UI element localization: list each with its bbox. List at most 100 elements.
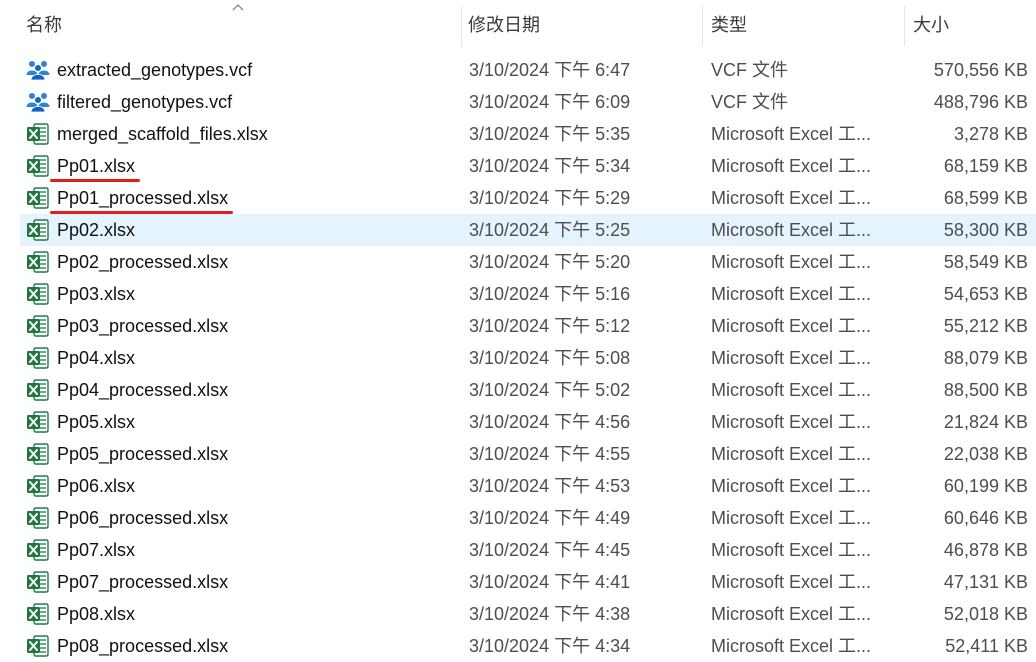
file-row[interactable]: merged_scaffold_files.xlsx 3/10/2024 下午 … <box>0 118 1036 150</box>
column-divider[interactable] <box>702 6 703 46</box>
file-name[interactable]: Pp07_processed.xlsx <box>57 566 228 598</box>
file-type: VCF 文件 <box>711 60 789 80</box>
vcf-file-icon <box>26 59 50 81</box>
excel-file-icon <box>26 219 50 241</box>
file-type: Microsoft Excel 工... <box>711 540 872 560</box>
file-name[interactable]: Pp02.xlsx <box>57 214 135 246</box>
excel-file-icon <box>26 603 50 625</box>
file-name[interactable]: Pp05.xlsx <box>57 406 135 438</box>
file-type: Microsoft Excel 工... <box>711 220 872 240</box>
excel-file-icon <box>26 379 50 401</box>
file-modified-date: 3/10/2024 下午 6:09 <box>469 92 631 112</box>
file-row[interactable]: Pp06_processed.xlsx 3/10/2024 下午 4:49 Mi… <box>0 502 1036 534</box>
column-divider[interactable] <box>461 6 462 46</box>
file-size: 54,653 KB <box>943 284 1028 304</box>
excel-file-icon <box>26 187 50 209</box>
file-size: 58,300 KB <box>943 220 1028 240</box>
file-type: Microsoft Excel 工... <box>711 508 872 528</box>
column-header-size[interactable]: 大小 <box>913 0 949 50</box>
column-divider[interactable] <box>904 6 905 46</box>
file-modified-date: 3/10/2024 下午 4:38 <box>469 604 631 624</box>
file-type: Microsoft Excel 工... <box>711 188 872 208</box>
file-name[interactable]: Pp06.xlsx <box>57 470 135 502</box>
file-type: Microsoft Excel 工... <box>711 476 872 496</box>
file-name[interactable]: Pp04_processed.xlsx <box>57 374 228 406</box>
file-type: VCF 文件 <box>711 92 789 112</box>
file-name[interactable]: Pp05_processed.xlsx <box>57 438 228 470</box>
file-name[interactable]: Pp01_processed.xlsx <box>57 182 228 214</box>
file-row[interactable]: Pp05.xlsx 3/10/2024 下午 4:56 Microsoft Ex… <box>0 406 1036 438</box>
file-name[interactable]: Pp01.xlsx <box>57 150 135 182</box>
file-type: Microsoft Excel 工... <box>711 124 872 144</box>
file-row[interactable]: Pp04.xlsx 3/10/2024 下午 5:08 Microsoft Ex… <box>0 342 1036 374</box>
file-row[interactable]: Pp05_processed.xlsx 3/10/2024 下午 4:55 Mi… <box>0 438 1036 470</box>
file-size: 570,556 KB <box>933 60 1028 80</box>
file-name[interactable]: Pp07.xlsx <box>57 534 135 566</box>
file-type: Microsoft Excel 工... <box>711 284 872 304</box>
file-type: Microsoft Excel 工... <box>711 412 872 432</box>
file-size: 52,411 KB <box>945 636 1028 656</box>
file-name[interactable]: Pp08.xlsx <box>57 598 135 630</box>
file-modified-date: 3/10/2024 下午 5:12 <box>469 316 631 336</box>
file-size: 58,549 KB <box>943 252 1028 272</box>
file-modified-date: 3/10/2024 下午 5:16 <box>469 284 631 304</box>
column-header-type[interactable]: 类型 <box>711 0 747 50</box>
file-name[interactable]: filtered_genotypes.vcf <box>57 86 232 118</box>
excel-file-icon <box>26 539 50 561</box>
file-type: Microsoft Excel 工... <box>711 444 872 464</box>
file-row[interactable]: Pp07.xlsx 3/10/2024 下午 4:45 Microsoft Ex… <box>0 534 1036 566</box>
column-header-date[interactable]: 修改日期 <box>468 0 540 50</box>
file-row[interactable]: Pp02.xlsx 3/10/2024 下午 5:25 Microsoft Ex… <box>0 214 1036 246</box>
file-name[interactable]: Pp04.xlsx <box>57 342 135 374</box>
file-name[interactable]: Pp03.xlsx <box>57 278 135 310</box>
file-row[interactable]: Pp01_processed.xlsx 3/10/2024 下午 5:29 Mi… <box>0 182 1036 214</box>
file-size: 88,500 KB <box>943 380 1028 400</box>
file-type: Microsoft Excel 工... <box>711 636 872 656</box>
excel-file-icon <box>26 507 50 529</box>
excel-file-icon <box>26 443 50 465</box>
file-row[interactable]: Pp01.xlsx 3/10/2024 下午 5:34 Microsoft Ex… <box>0 150 1036 182</box>
file-name[interactable]: extracted_genotypes.vcf <box>57 54 252 86</box>
file-name[interactable]: Pp02_processed.xlsx <box>57 246 228 278</box>
file-type: Microsoft Excel 工... <box>711 572 872 592</box>
column-header-bar: 名称 修改日期 类型 大小 <box>0 0 1036 50</box>
file-row[interactable]: Pp07_processed.xlsx 3/10/2024 下午 4:41 Mi… <box>0 566 1036 598</box>
file-row[interactable]: filtered_genotypes.vcf 3/10/2024 下午 6:09… <box>0 86 1036 118</box>
file-row[interactable]: Pp03_processed.xlsx 3/10/2024 下午 5:12 Mi… <box>0 310 1036 342</box>
excel-file-icon <box>26 347 50 369</box>
file-size: 68,599 KB <box>943 188 1028 208</box>
file-name[interactable]: Pp06_processed.xlsx <box>57 502 228 534</box>
file-size: 60,646 KB <box>943 508 1028 528</box>
file-name[interactable]: Pp03_processed.xlsx <box>57 310 228 342</box>
file-list: extracted_genotypes.vcf 3/10/2024 下午 6:4… <box>0 54 1036 662</box>
excel-file-icon <box>26 251 50 273</box>
file-row[interactable]: Pp02_processed.xlsx 3/10/2024 下午 5:20 Mi… <box>0 246 1036 278</box>
file-modified-date: 3/10/2024 下午 4:56 <box>469 412 631 432</box>
file-size: 88,079 KB <box>943 348 1028 368</box>
vcf-file-icon <box>26 91 50 113</box>
file-size: 68,159 KB <box>943 156 1028 176</box>
excel-file-icon <box>26 475 50 497</box>
file-modified-date: 3/10/2024 下午 4:55 <box>469 444 631 464</box>
file-row[interactable]: extracted_genotypes.vcf 3/10/2024 下午 6:4… <box>0 54 1036 86</box>
file-name[interactable]: Pp08_processed.xlsx <box>57 630 228 662</box>
file-row[interactable]: Pp03.xlsx 3/10/2024 下午 5:16 Microsoft Ex… <box>0 278 1036 310</box>
excel-file-icon <box>26 635 50 657</box>
file-modified-date: 3/10/2024 下午 4:49 <box>469 508 631 528</box>
file-row[interactable]: Pp06.xlsx 3/10/2024 下午 4:53 Microsoft Ex… <box>0 470 1036 502</box>
file-modified-date: 3/10/2024 下午 5:08 <box>469 348 631 368</box>
file-name[interactable]: merged_scaffold_files.xlsx <box>57 118 268 150</box>
sort-ascending-icon <box>232 4 244 11</box>
column-header-name[interactable]: 名称 <box>26 0 62 50</box>
excel-file-icon <box>26 571 50 593</box>
file-size: 60,199 KB <box>943 476 1028 496</box>
file-modified-date: 3/10/2024 下午 4:41 <box>469 572 631 592</box>
file-modified-date: 3/10/2024 下午 5:29 <box>469 188 631 208</box>
file-size: 21,824 KB <box>943 412 1028 432</box>
file-row[interactable]: Pp08_processed.xlsx 3/10/2024 下午 4:34 Mi… <box>0 630 1036 662</box>
file-type: Microsoft Excel 工... <box>711 604 872 624</box>
file-size: 3,278 KB <box>953 124 1028 144</box>
file-row[interactable]: Pp04_processed.xlsx 3/10/2024 下午 5:02 Mi… <box>0 374 1036 406</box>
file-size: 52,018 KB <box>943 604 1028 624</box>
file-row[interactable]: Pp08.xlsx 3/10/2024 下午 4:38 Microsoft Ex… <box>0 598 1036 630</box>
